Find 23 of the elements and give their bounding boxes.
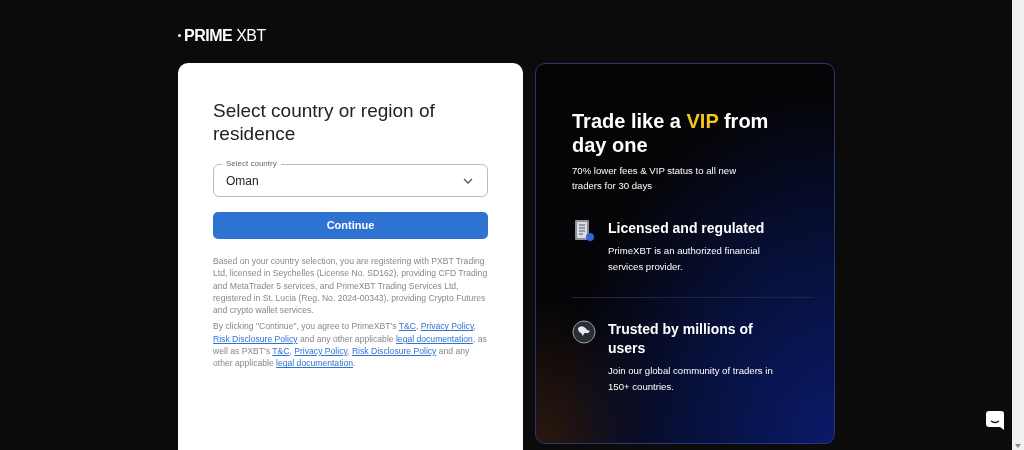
document-icon [572, 218, 596, 243]
promo-subtitle: 70% lower fees & VIP status to all new traders for 30 days [572, 163, 738, 193]
agreement-text: By clicking "Continue", you agree to PrimeXBT's T&C, Privacy Policy, Risk Disclosure Policy and any other applicable legal documentation, as well as PXBT's T&C, Privacy Policy, Risk Disclosure Policy and any other applicable legal documentation. [213, 320, 488, 370]
policy-link[interactable]: Risk Disclosure Policy [351, 346, 437, 357]
policy-link[interactable]: Privacy Policy [420, 321, 474, 332]
policy-link[interactable]: legal documentation [276, 358, 353, 369]
policy-link[interactable]: T&C [398, 321, 416, 332]
disclosure-text: Based on your country selection, you are registering with PXBT Trading Ltd, licensed in Seychelles (License No. SD162), providing CFD Trading and MetaTrader 5 services, and PrimeXBT Trading Services Ltd, registered in St. Lucia (Reg. No. 2024-00343), providing Crypto Futures and crypto wallet services. [213, 255, 488, 317]
scrollbar[interactable] [1012, 0, 1024, 450]
logo[interactable]: PRIME XBT [178, 23, 266, 48]
form-title: Select country or region of residence [213, 98, 436, 146]
continue-button[interactable]: Continue [213, 212, 488, 239]
feature-title: Trusted by millions of users [608, 319, 754, 358]
feature-text: Join our global community of traders in 150+ countries. [608, 363, 774, 394]
feature-text: PrimeXBT is an authorized financial services provider. [608, 243, 761, 274]
scroll-down-icon[interactable] [1015, 444, 1021, 448]
globe-icon [572, 319, 596, 344]
policy-link[interactable]: legal documentation [395, 333, 473, 344]
policy-link[interactable]: Risk Disclosure Policy [213, 333, 298, 344]
promo-title: Trade like a VIP from day one [572, 108, 770, 157]
feature-title: Licensed and regulated [608, 218, 766, 238]
chat-icon[interactable] [986, 411, 1004, 430]
chevron-down-icon [463, 177, 473, 184]
